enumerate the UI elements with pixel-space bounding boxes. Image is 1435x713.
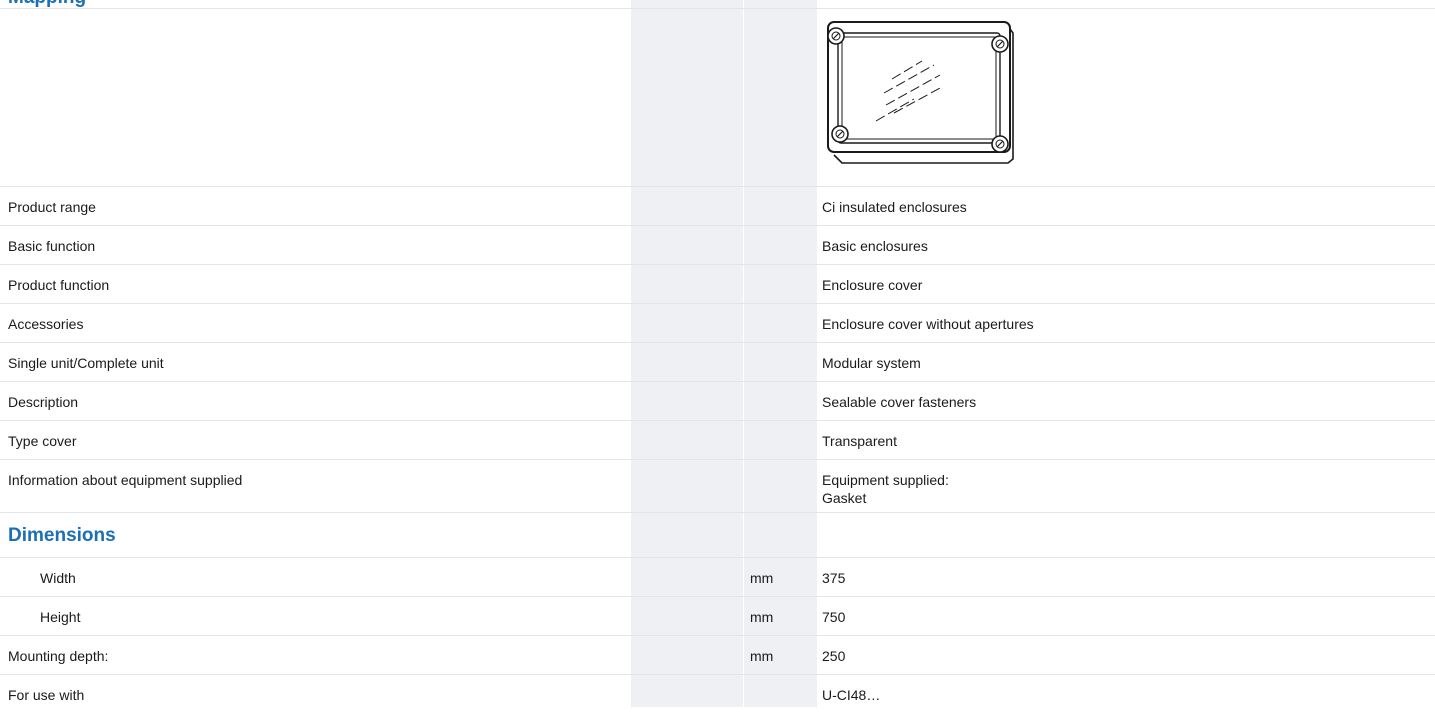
- dimensions-section-row: Dimensions: [0, 513, 1435, 558]
- table-row: Type cover Transparent: [0, 421, 1435, 460]
- table-row: Height mm 750: [0, 597, 1435, 636]
- row-value: Enclosure cover without apertures: [822, 316, 1034, 332]
- table-row: For use with U-CI48…: [0, 675, 1435, 713]
- table-row: Accessories Enclosure cover without aper…: [0, 304, 1435, 343]
- table-row: Mounting depth: mm 250: [0, 636, 1435, 675]
- table-row: Product function Enclosure cover: [0, 265, 1435, 304]
- row-label: Description: [8, 394, 79, 410]
- product-image-row: [0, 9, 1435, 187]
- table-row: Product range Ci insulated enclosures: [0, 187, 1435, 226]
- row-unit: mm: [750, 609, 774, 625]
- value-line: Gasket: [822, 490, 867, 506]
- row-value: Enclosure cover: [822, 277, 923, 293]
- row-label: Single unit/Complete unit: [8, 355, 164, 371]
- row-value: 375: [822, 570, 846, 586]
- table-row: Description Sealable cover fasteners: [0, 382, 1435, 421]
- spec-table: Product range Ci insulated enclosures Ba…: [0, 187, 1435, 713]
- row-value: U-CI48…: [822, 687, 881, 703]
- row-value: Basic enclosures: [822, 238, 928, 254]
- row-label: Width: [40, 570, 76, 586]
- row-label: Basic function: [8, 238, 96, 254]
- dimensions-title: Dimensions: [8, 525, 116, 546]
- row-label: Mounting depth:: [8, 648, 109, 664]
- enclosure-cover-icon: [827, 21, 1014, 164]
- row-label: For use with: [8, 687, 85, 703]
- row-value: 250: [822, 648, 846, 664]
- row-value: Equipment supplied: Gasket: [822, 471, 949, 507]
- row-value: Modular system: [822, 355, 921, 371]
- row-value: 750: [822, 609, 846, 625]
- table-row: Information about equipment supplied Equ…: [0, 460, 1435, 513]
- row-unit: mm: [750, 648, 774, 664]
- row-label: Type cover: [8, 433, 77, 449]
- row-value: Transparent: [822, 433, 897, 449]
- row-label: Product function: [8, 277, 110, 293]
- row-label: Product range: [8, 199, 96, 215]
- row-label: Height: [40, 609, 81, 625]
- table-row: Single unit/Complete unit Modular system: [0, 343, 1435, 382]
- table-row: Width mm 375: [0, 558, 1435, 597]
- row-label: Accessories: [8, 316, 84, 332]
- row-label: Information about equipment supplied: [8, 472, 243, 488]
- row-value: Sealable cover fasteners: [822, 394, 977, 410]
- value-line: Equipment supplied:: [822, 472, 949, 488]
- table-row: Basic function Basic enclosures: [0, 226, 1435, 265]
- row-unit: mm: [750, 570, 774, 586]
- row-value: Ci insulated enclosures: [822, 199, 967, 215]
